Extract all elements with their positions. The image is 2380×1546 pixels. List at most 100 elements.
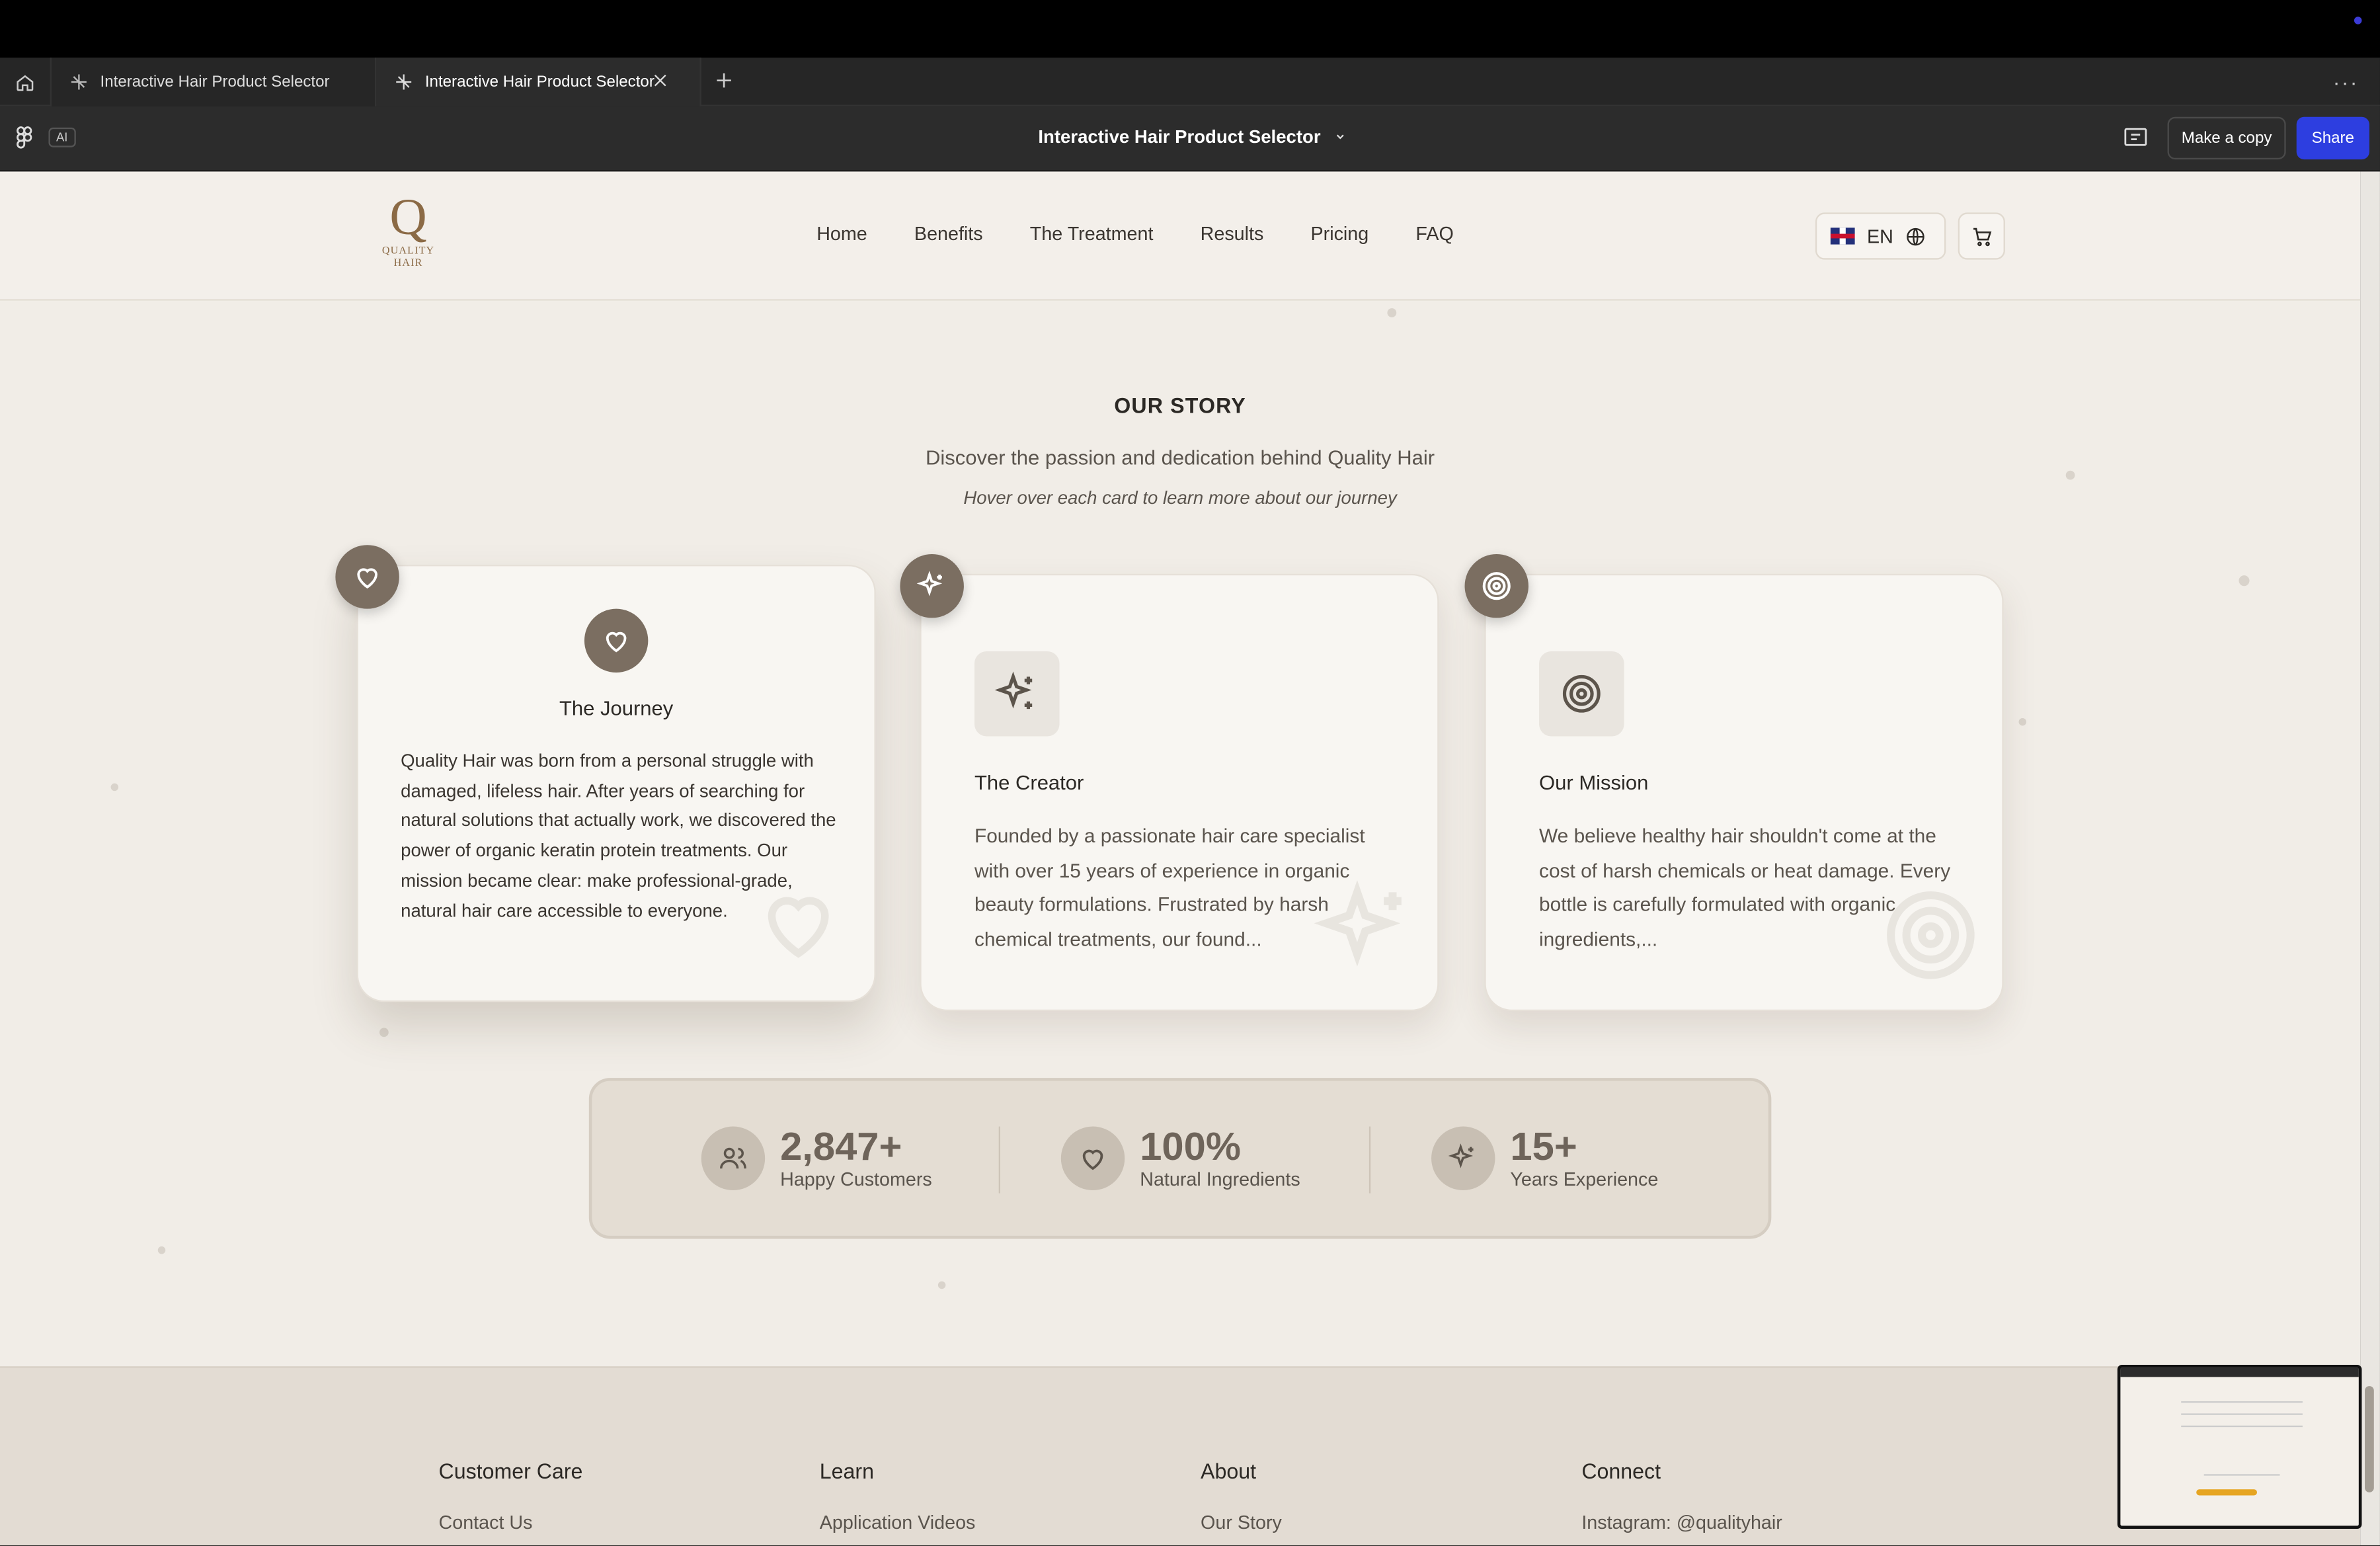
quality-hair-logo[interactable]: Q QUALITY HAIR [376,189,440,278]
status-dot [2354,17,2362,24]
heart-watermark-icon [768,897,829,958]
target-icon [1539,651,1624,737]
story-card-journey[interactable]: The Journey Quality Hair was born from a… [356,565,876,1002]
stat-value: 2,847+ [780,1123,902,1169]
preview-minimap[interactable] [2117,1365,2362,1529]
users-icon [701,1126,766,1190]
site-footer: Customer Care Contact Us Learn Applicati… [0,1366,2361,1546]
story-card-mission[interactable]: Our Mission We believe healthy hair shou… [1484,573,2004,1012]
nav-faq[interactable]: FAQ [1415,223,1453,244]
close-icon[interactable] [651,71,670,90]
footer-heading: Connect [1581,1459,1661,1484]
footer-heading: Learn [819,1459,875,1484]
new-tab-icon[interactable] [713,70,734,91]
footer-column-about: About Our Story [1201,1459,1282,1533]
ai-button[interactable]: AI [48,127,75,147]
home-button[interactable] [0,58,52,106]
logo-word-quality: QUALITY [381,244,435,257]
decor-dot [2018,717,2027,726]
target-icon [1464,554,1528,618]
figma-slide-icon [396,74,412,90]
heart-icon [584,608,649,673]
nav-the-treatment[interactable]: The Treatment [1030,223,1154,244]
footer-column-learn: Learn Application Videos [820,1459,976,1533]
logo-letter: Q [389,189,427,246]
os-top-bar [0,0,2380,58]
decor-dot [110,783,119,792]
nav-results[interactable]: Results [1201,223,1264,244]
cart-icon [1972,227,1991,246]
language-selector[interactable]: EN [1815,212,1946,260]
minimap-line [2181,1401,2303,1403]
logo-word-hair: HAIR [393,257,423,269]
heart-icon [1060,1126,1125,1190]
minimap-line [2181,1413,2303,1415]
decor-dot [2065,470,2075,480]
cart-button[interactable] [1958,212,2005,260]
footer-column-customer-care: Customer Care Contact Us [439,1459,583,1533]
chevron-down-icon [1337,134,1344,140]
tab-2-label: Interactive Hair Product Selector [424,73,654,91]
minimap-line [2181,1425,2303,1428]
footer-link-application-videos[interactable]: Application Videos [820,1512,976,1533]
site-header: Q QUALITY HAIR Home Benefits The Treatme… [0,171,2361,301]
uk-flag-icon [1830,227,1855,245]
card-title: Our Mission [1539,771,1649,794]
file-title: Interactive Hair Product Selector [1038,126,1321,147]
tab-bar: Interactive Hair Product Selector Intera… [0,58,2380,106]
language-code: EN [1866,225,1893,247]
footer-link-contact-us[interactable]: Contact Us [439,1512,583,1533]
footer-column-connect: Connect Instagram: @qualityhair [1581,1459,1782,1533]
share-button[interactable]: Share [2296,116,2369,160]
page-scrollbar[interactable] [2360,171,2380,1546]
figma-slide-icon [71,74,87,90]
nav-home[interactable]: Home [816,223,867,244]
minimap-cta [2196,1489,2258,1496]
figma-logo-icon[interactable] [15,126,34,151]
home-icon [17,74,34,91]
stat-value: 15+ [1510,1123,1577,1169]
stat-divider [1368,1126,1371,1194]
make-copy-button[interactable]: Make a copy [2167,116,2286,160]
footer-heading: Customer Care [438,1459,583,1484]
more-options-icon[interactable]: ··· [2333,70,2359,95]
tab-2-active[interactable]: Interactive Hair Product Selector [376,58,701,106]
app-toolbar: AI Interactive Hair Product Selector Mak… [0,106,2380,172]
stat-divider [998,1126,1000,1194]
page-viewport: Q QUALITY HAIR Home Benefits The Treatme… [0,171,2361,1546]
decor-dot [157,1246,166,1254]
nav-benefits[interactable]: Benefits [914,223,983,244]
stat-label: Years Experience [1510,1168,1659,1190]
tab-1-label: Interactive Hair Product Selector [100,73,330,91]
scrollbar-thumb[interactable] [2365,1386,2374,1492]
target-watermark-icon [1887,891,1975,979]
sparkles-icon [900,554,964,618]
footer-link-our-story[interactable]: Our Story [1201,1512,1282,1533]
stat-years-experience: 15+ Years Experience [1431,1123,1659,1190]
present-icon[interactable] [2122,124,2149,151]
tab-1[interactable]: Interactive Hair Product Selector [52,58,377,106]
file-title-dropdown[interactable]: Interactive Hair Product Selector [1038,126,1346,147]
decor-dot [2239,575,2250,587]
section-subtitle: Discover the passion and dedication behi… [925,446,1435,469]
decor-dot [379,1028,389,1037]
footer-heading: About [1201,1459,1257,1484]
stat-value: 100% [1140,1123,1241,1169]
minimap-header [2120,1367,2359,1377]
minimap-line [2203,1474,2280,1476]
card-title: The Creator [974,771,1084,794]
section-hint: Hover over each card to learn more about… [963,487,1397,509]
stat-happy-customers: 2,847+ Happy Customers [701,1123,932,1190]
stat-label: Natural Ingredients [1140,1168,1300,1190]
stat-label: Happy Customers [780,1168,932,1190]
footer-link-instagram[interactable]: Instagram: @qualityhair [1581,1512,1782,1533]
nav-pricing[interactable]: Pricing [1311,223,1369,244]
decor-dot [1387,308,1397,317]
story-card-creator[interactable]: The Creator Founded by a passionate hair… [920,573,1439,1012]
sparkles-watermark-icon [1314,879,1402,967]
heart-icon [335,545,399,609]
main-nav: Home Benefits The Treatment Results Pric… [816,223,1501,244]
stats-panel: 2,847+ Happy Customers 100% Natural Ingr… [588,1078,1772,1239]
sparkles-icon [974,651,1060,737]
stat-natural-ingredients: 100% Natural Ingredients [1060,1123,1300,1190]
